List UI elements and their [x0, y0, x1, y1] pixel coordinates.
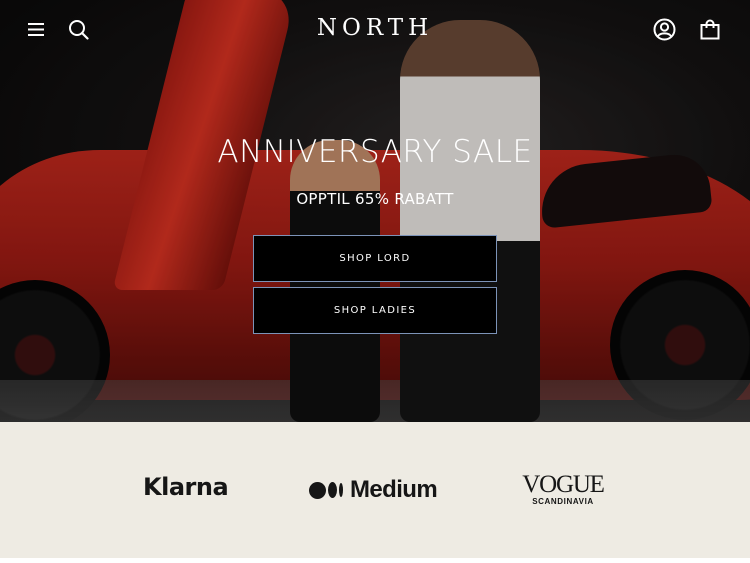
page-bottom-strip	[0, 558, 750, 563]
press-logos-section: Klarna Medium VOGUE SCANDINAVIA	[0, 422, 750, 558]
shop-ladies-button[interactable]: SHOP LADIES	[253, 287, 497, 334]
hero-banner[interactable]: NORTH ANNIVERSARY SALE OPPTIL 65% RABATT…	[0, 0, 750, 422]
account-icon	[653, 18, 675, 40]
vogue-scandinavia-logo: VOGUE SCANDINAVIA	[522, 471, 605, 506]
medium-mark-icon	[309, 481, 345, 499]
hero-overlay	[0, 0, 750, 422]
site-header: NORTH	[0, 0, 750, 58]
site-logo[interactable]: NORTH	[0, 15, 750, 41]
shopping-bag-icon	[700, 19, 720, 39]
medium-logo: Medium	[309, 476, 438, 504]
hero-title: ANNIVERSARY SALE	[217, 134, 533, 170]
medium-wordmark: Medium	[350, 476, 438, 503]
cart-button[interactable]	[695, 14, 725, 44]
hero-subtitle: OPPTIL 65% RABATT	[296, 190, 454, 208]
vogue-edition: SCANDINAVIA	[532, 497, 594, 506]
shop-lord-button[interactable]: SHOP LORD	[253, 235, 497, 282]
account-button[interactable]	[649, 14, 679, 44]
klarna-logo: Klarna	[143, 473, 229, 501]
vogue-wordmark: VOGUE	[522, 471, 605, 498]
